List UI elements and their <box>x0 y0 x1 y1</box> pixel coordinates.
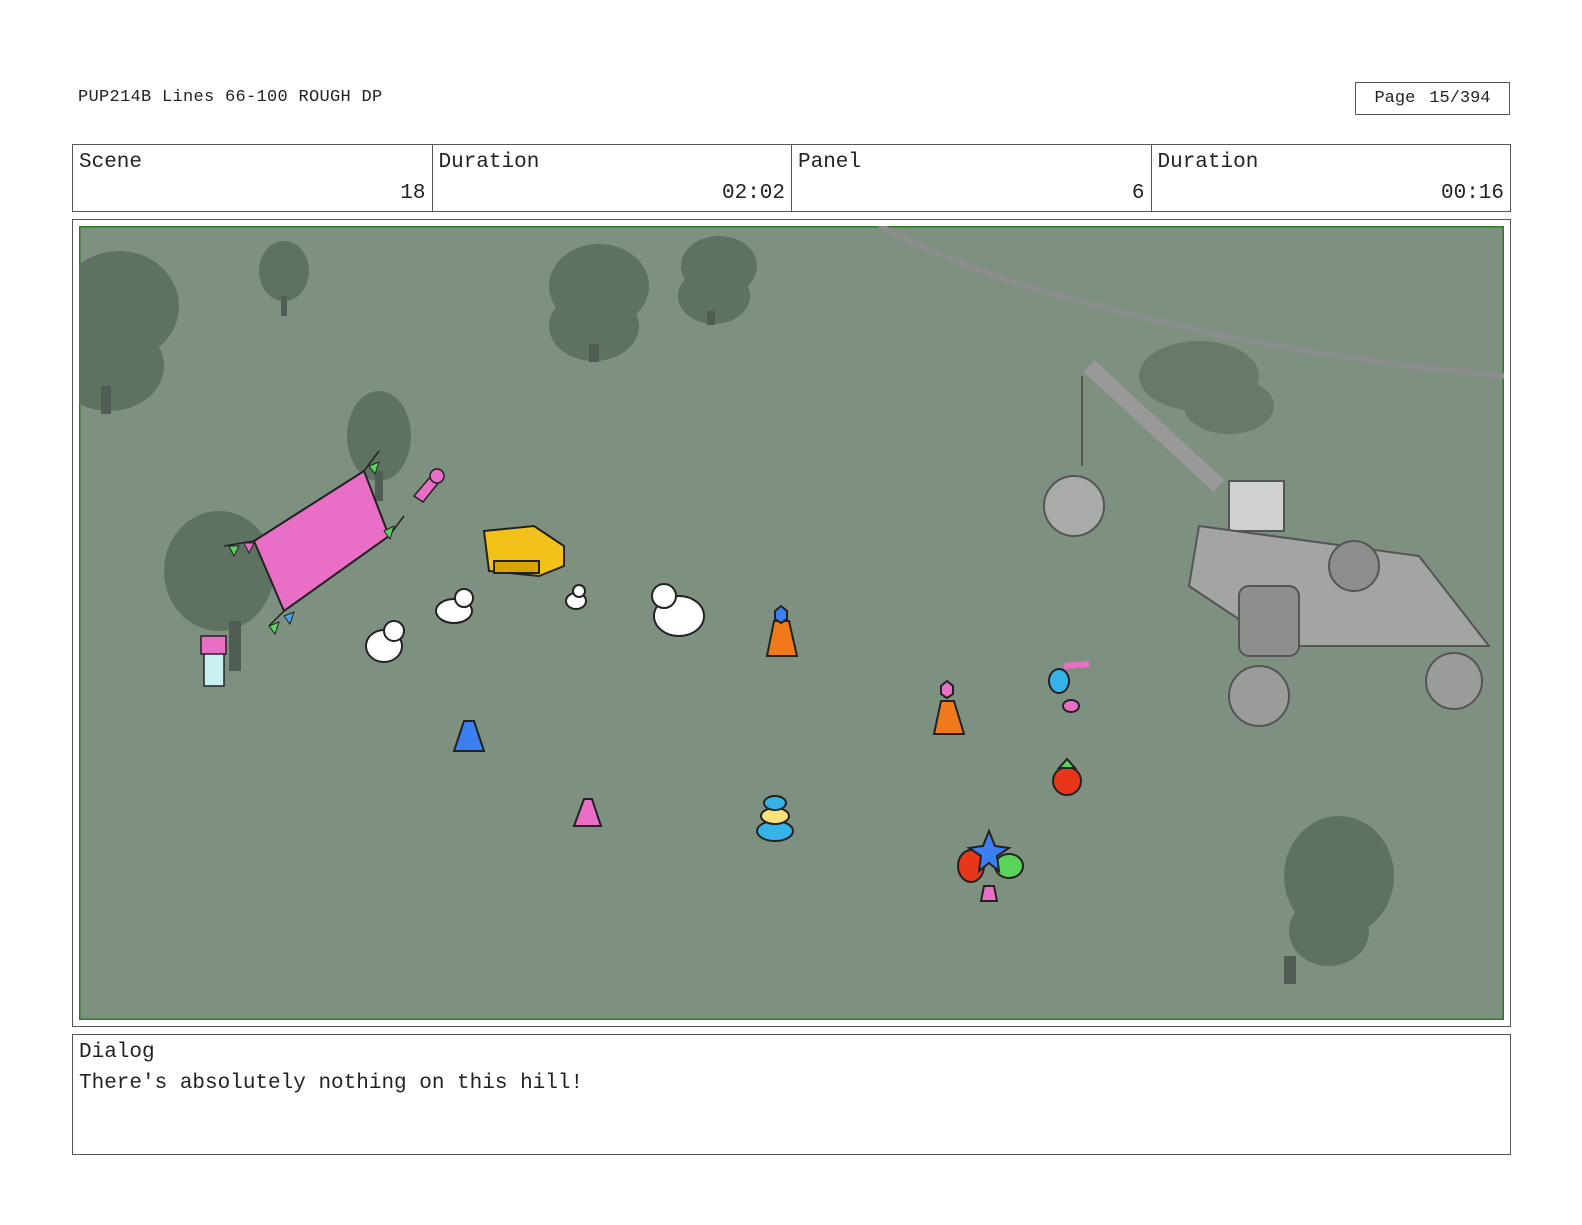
panel-label: Panel <box>798 151 862 174</box>
panel-artwork <box>79 226 1504 1020</box>
page-indicator: Page 15/394 <box>1355 82 1510 115</box>
phone-booth <box>200 635 227 687</box>
scene-duration-label: Duration <box>438 151 540 174</box>
scene-cell: Scene 18 <box>73 145 433 211</box>
page-label: Page <box>1374 89 1416 108</box>
scene-number: 18 <box>400 182 426 205</box>
document-title: PUP214B Lines 66-100 ROUGH DP <box>78 88 383 107</box>
scene-info-row: Scene 18 Duration 02:02 Panel 6 Duration… <box>72 144 1511 212</box>
scene-duration-value: 02:02 <box>721 182 785 205</box>
storyboard-panel <box>72 219 1511 1027</box>
panel-number: 6 <box>1131 182 1145 205</box>
dialog-label: Dialog <box>79 1041 155 1064</box>
page-number: 15/394 <box>1429 89 1491 108</box>
dialog-text: There's absolutely nothing on this hill! <box>79 1072 584 1095</box>
wrecking-ball <box>1043 475 1105 537</box>
scene-label: Scene <box>79 151 143 174</box>
panel-cell: Panel 6 <box>792 145 1152 211</box>
dialog-box: Dialog There's absolutely nothing on thi… <box>72 1034 1511 1155</box>
panel-duration-value: 00:16 <box>1440 182 1504 205</box>
panel-duration-cell: Duration 00:16 <box>1152 145 1511 211</box>
panel-duration-label: Duration <box>1157 151 1259 174</box>
scene-duration-cell: Duration 02:02 <box>433 145 792 211</box>
